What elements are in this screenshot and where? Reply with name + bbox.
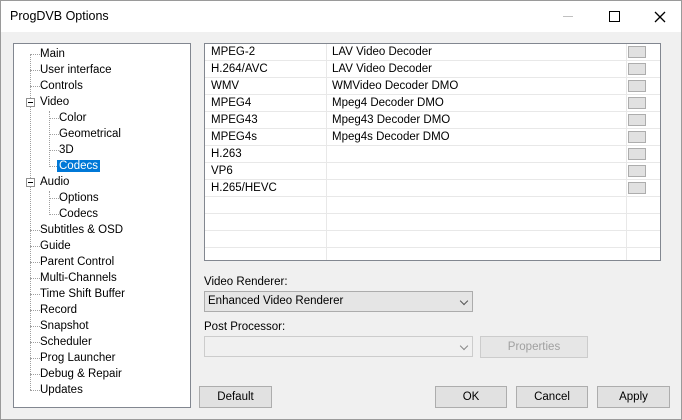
codec-select-button[interactable] xyxy=(628,80,646,92)
tree-item-debug-repair[interactable]: Debug & Repair xyxy=(38,366,124,382)
codec-row-empty xyxy=(205,214,660,231)
tree-item-prog-launcher[interactable]: Prog Launcher xyxy=(38,350,117,366)
codec-row[interactable]: H.264/AVC LAV Video Decoder xyxy=(205,61,660,78)
codec-row[interactable]: MPEG4 Mpeg4 Decoder DMO xyxy=(205,95,660,112)
collapse-audio-icon[interactable] xyxy=(26,178,35,187)
window-title: ProgDVB Options xyxy=(10,9,109,23)
codec-format: WMV xyxy=(211,80,240,92)
chevron-down-icon xyxy=(459,296,469,306)
minimize-icon xyxy=(563,16,573,17)
default-button[interactable]: Default xyxy=(199,386,272,408)
codec-row[interactable]: VP6 xyxy=(205,163,660,180)
close-icon xyxy=(654,11,666,22)
tree-item-video-color[interactable]: Color xyxy=(57,110,88,126)
codec-row-empty xyxy=(205,197,660,214)
codec-select-button[interactable] xyxy=(628,97,646,109)
tree-item-controls[interactable]: Controls xyxy=(38,78,85,94)
tree-item-time-shift-buffer[interactable]: Time Shift Buffer xyxy=(38,286,127,302)
apply-button[interactable]: Apply xyxy=(597,386,670,408)
codec-format: H.264/AVC xyxy=(211,63,268,75)
maximize-button[interactable] xyxy=(591,1,637,32)
codec-decoder: LAV Video Decoder xyxy=(332,63,432,75)
tree-item-parent-control[interactable]: Parent Control xyxy=(38,254,116,270)
codec-list[interactable]: MPEG-2 LAV Video Decoder H.264/AVC LAV V… xyxy=(204,43,661,261)
codec-format: MPEG4s xyxy=(211,131,258,143)
chevron-down-icon xyxy=(459,341,469,351)
codec-format: MPEG4 xyxy=(211,97,252,109)
tree-item-user-interface[interactable]: User interface xyxy=(38,62,114,78)
codec-row-empty xyxy=(205,231,660,248)
codec-decoder: Mpeg4 Decoder DMO xyxy=(332,97,444,109)
tree-item-audio-codecs[interactable]: Codecs xyxy=(57,206,100,222)
collapse-video-icon[interactable] xyxy=(26,98,35,107)
maximize-icon xyxy=(608,11,620,22)
video-renderer-select[interactable]: Enhanced Video Renderer xyxy=(204,291,473,312)
codec-select-button[interactable] xyxy=(628,46,646,58)
codec-format: MPEG-2 xyxy=(211,46,256,58)
codec-select-button[interactable] xyxy=(628,63,646,75)
codec-select-button[interactable] xyxy=(628,131,646,143)
ok-button[interactable]: OK xyxy=(435,386,507,408)
minimize-button[interactable] xyxy=(545,1,591,32)
tree-item-audio-options[interactable]: Options xyxy=(57,190,101,206)
codec-row[interactable]: H.263 xyxy=(205,146,660,163)
codec-select-button[interactable] xyxy=(628,114,646,126)
tree-item-guide[interactable]: Guide xyxy=(38,238,73,254)
close-button[interactable] xyxy=(637,1,682,32)
codec-row[interactable]: WMV WMVideo Decoder DMO xyxy=(205,78,660,95)
video-renderer-label: Video Renderer: xyxy=(204,276,288,288)
codec-select-button[interactable] xyxy=(628,165,646,177)
tree-connector xyxy=(49,191,50,215)
tree-item-video[interactable]: Video xyxy=(38,94,71,110)
tree-item-scheduler[interactable]: Scheduler xyxy=(38,334,94,350)
tree-item-subtitles-osd[interactable]: Subtitles & OSD xyxy=(38,222,125,238)
title-bar: ProgDVB Options xyxy=(1,1,681,32)
codec-decoder: Mpeg43 Decoder DMO xyxy=(332,114,451,126)
tree-item-audio[interactable]: Audio xyxy=(38,174,71,190)
codec-decoder: Mpeg4s Decoder DMO xyxy=(332,131,450,143)
cancel-button[interactable]: Cancel xyxy=(516,386,588,408)
post-processor-select[interactable] xyxy=(204,336,473,357)
codec-row[interactable]: MPEG4s Mpeg4s Decoder DMO xyxy=(205,129,660,146)
tree-item-main[interactable]: Main xyxy=(38,46,67,62)
codec-format: H.263 xyxy=(211,148,242,160)
tree-item-multi-channels[interactable]: Multi-Channels xyxy=(38,270,119,286)
codec-format: VP6 xyxy=(211,165,233,177)
options-tree[interactable]: Main User interface Controls Video Color… xyxy=(13,43,191,408)
tree-item-video-geometrical[interactable]: Geometrical xyxy=(57,126,123,142)
tree-item-snapshot[interactable]: Snapshot xyxy=(38,318,91,334)
codec-format: H.265/HEVC xyxy=(211,182,277,194)
codec-select-button[interactable] xyxy=(628,148,646,160)
codec-format: MPEG43 xyxy=(211,114,258,126)
tree-item-updates[interactable]: Updates xyxy=(38,382,85,398)
post-processor-label: Post Processor: xyxy=(204,321,286,333)
codec-row[interactable]: MPEG-2 LAV Video Decoder xyxy=(205,44,660,61)
codec-select-button[interactable] xyxy=(628,182,646,194)
codec-row[interactable]: H.265/HEVC xyxy=(205,180,660,197)
video-renderer-value: Enhanced Video Renderer xyxy=(208,295,344,307)
codec-decoder: LAV Video Decoder xyxy=(332,46,432,58)
tree-connector xyxy=(49,111,50,167)
tree-item-video-3d[interactable]: 3D xyxy=(57,142,76,158)
tree-item-video-codecs[interactable]: Codecs xyxy=(57,158,100,174)
properties-button[interactable]: Properties xyxy=(480,336,588,358)
codec-row[interactable]: MPEG43 Mpeg43 Decoder DMO xyxy=(205,112,660,129)
tree-item-record[interactable]: Record xyxy=(38,302,79,318)
options-window: ProgDVB Options Main User interface Cont… xyxy=(0,0,682,420)
codec-decoder: WMVideo Decoder DMO xyxy=(332,80,459,92)
